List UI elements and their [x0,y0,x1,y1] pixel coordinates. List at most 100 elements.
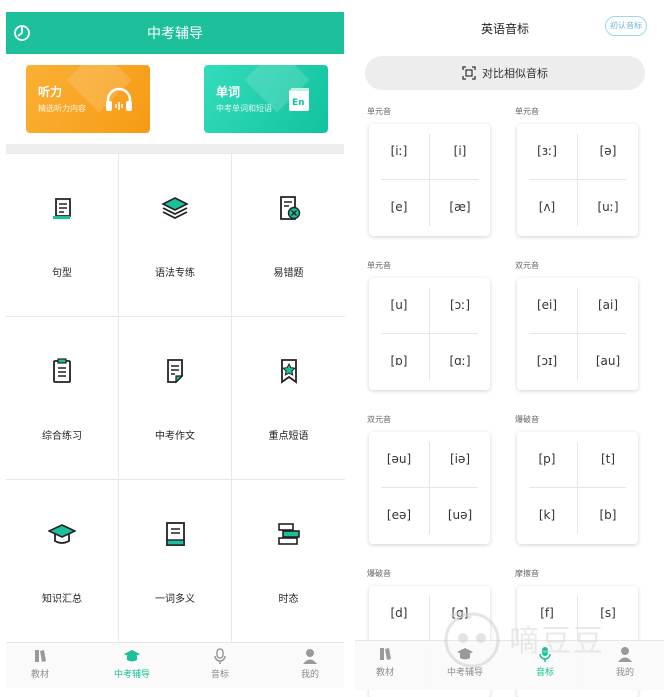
grid-label: 句型 [52,268,72,279]
grid-item-tenses[interactable]: 时态 [232,480,345,643]
phoneme-item[interactable]: [uə] [435,508,485,522]
nav-label: 我的 [300,670,319,680]
intro-phonetics-button[interactable]: 初认音标 [605,16,647,36]
grid-item-phrases[interactable]: 重点短语 [232,317,345,480]
phoneme-item[interactable]: [ɒ] [374,354,424,368]
phoneme-item[interactable]: [əu] [374,452,424,466]
phoneme-item[interactable]: [ɔː] [435,298,485,312]
en-badge: En [292,98,305,108]
listening-card-title: 听力 [38,85,63,99]
back-icon[interactable] [12,23,32,43]
phoneme-item[interactable]: [d] [374,606,424,620]
phoneme-item[interactable]: [æ] [435,200,485,214]
phoneme-item[interactable]: [s] [583,606,633,620]
group-label: 爆破音 [515,415,539,424]
en-book-icon: En [289,88,309,111]
phoneme-item[interactable]: [ɔɪ] [522,354,572,368]
phoneme-item[interactable]: [uː] [583,200,633,214]
phoneme-item[interactable]: [b] [583,508,633,522]
bookmark-star-icon [280,359,297,384]
vocabulary-card[interactable]: 单词 中考单词和短语 En [204,65,328,133]
document-icon [167,359,184,384]
grid-item-essay[interactable]: 中考作文 [119,317,232,480]
nav-phonetics[interactable]: 音标 [190,647,250,680]
section-divider [6,144,344,153]
phoneme-group: [p] [t] [k] [b] [517,432,638,544]
page-title: 中考辅导 [147,26,203,42]
scroll-icon [53,198,71,219]
grid-label: 易错题 [273,268,304,279]
phoneme-item[interactable]: [iə] [435,452,485,466]
phoneme-item[interactable]: [ɜː] [522,144,572,158]
phoneme-group: [ei] [ai] [ɔɪ] [au] [517,278,638,390]
bottom-nav: 教材 中考辅导 音标 我的 [6,642,344,688]
phoneme-group: [iː] [i] [e] [æ] [369,124,490,236]
grid-label: 时态 [278,594,299,605]
group-label: 爆破音 [367,569,391,578]
nav-label: 音标 [535,668,554,678]
phoneme-item[interactable]: [t] [583,452,633,466]
graduation-cap-icon [124,650,140,662]
tutoring-screen: 中考辅导 听力 精选听力内容 单词 中考单词和短语 En 句型 语法专练 易错题… [0,0,350,697]
nav-profile[interactable]: 我的 [595,645,655,678]
group-label: 双元音 [367,415,391,424]
vocabulary-card-title: 单词 [216,85,241,99]
microphone-icon [214,648,226,664]
phoneme-item[interactable]: [p] [522,452,572,466]
grid-label: 中考作文 [155,431,195,442]
grid-item-polysemy[interactable]: 一词多义 [119,480,232,643]
compare-label: 对比相似音标 [482,67,548,80]
books-stack-icon [277,523,300,545]
nav-label: 我的 [615,668,634,678]
nav-textbook[interactable]: 教材 [10,647,70,680]
phoneme-item[interactable]: [eə] [374,508,424,522]
feature-cards: 听力 精选听力内容 单词 中考单词和短语 En [6,54,344,144]
phoneme-group: [ɜː] [ə] [ʌ] [uː] [517,124,638,236]
user-icon [618,647,632,662]
phoneme-item[interactable]: [k] [522,508,572,522]
group-label: 双元音 [515,261,539,270]
phoneme-item[interactable]: [ai] [583,298,633,312]
grid-label: 重点短语 [268,431,309,442]
compare-similar-button[interactable]: 对比相似音标 [365,56,645,90]
grid-item-sentence[interactable]: 句型 [6,154,119,317]
bottom-nav: 教材 中考辅导 音标 我的 [355,640,664,690]
nav-profile[interactable]: 我的 [280,647,340,680]
nav-textbook[interactable]: 教材 [355,645,415,678]
nav-phonetics[interactable]: 音标 [515,645,575,678]
group-label: 摩擦音 [515,569,539,578]
grid-item-grammar[interactable]: 语法专练 [119,154,232,317]
textbook-icon [35,650,46,662]
phoneme-item[interactable]: [iː] [374,144,424,158]
nav-tutoring[interactable]: 中考辅导 [102,647,162,680]
grid-item-practice[interactable]: 综合练习 [6,317,119,480]
function-grid: 句型 语法专练 易错题 综合练习 中考作文 重点短语 知识汇总 一词多义 时态 [6,153,345,643]
phoneme-item[interactable]: [u] [374,298,424,312]
listening-card-subtitle: 精选听力内容 [38,104,86,113]
nav-label: 中考辅导 [113,670,150,680]
phoneme-item[interactable]: [f] [522,606,572,620]
microphone-icon [539,647,551,662]
grid-item-mistakes[interactable]: 易错题 [232,154,345,317]
phoneme-item[interactable]: [g] [435,606,485,620]
phoneme-item[interactable]: [au] [583,354,633,368]
phonetics-screen: 英语音标 初认音标 对比相似音标 单元音 [iː] [i] [e] [æ] 单元… [355,0,664,697]
grid-label: 知识汇总 [42,594,82,605]
phoneme-item[interactable]: [ɑː] [435,354,485,368]
vocabulary-card-subtitle: 中考单词和短语 [216,104,272,113]
headphones-icon [106,87,132,111]
phoneme-item[interactable]: [i] [435,144,485,158]
listening-card[interactable]: 听力 精选听力内容 [26,65,150,133]
phoneme-item[interactable]: [ʌ] [522,200,572,214]
phoneme-item[interactable]: [ə] [583,144,633,158]
phoneme-item[interactable]: [e] [374,200,424,214]
user-icon [303,649,317,664]
grid-item-knowledge[interactable]: 知识汇总 [6,480,119,643]
scan-icon [462,66,476,80]
textbook-icon [380,648,391,660]
top-bar: 中考辅导 [6,12,344,54]
nav-label: 中考辅导 [446,668,483,678]
nav-label: 教材 [30,670,49,680]
phoneme-item[interactable]: [ei] [522,298,572,312]
nav-tutoring[interactable]: 中考辅导 [435,645,495,678]
